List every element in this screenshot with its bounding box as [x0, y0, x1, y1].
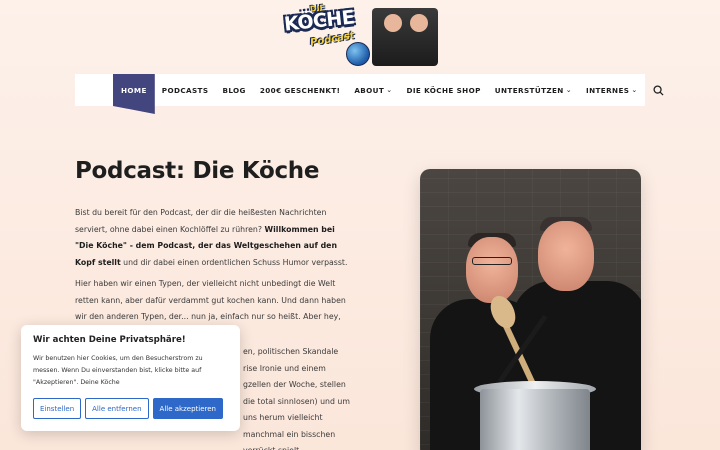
intro-text-c: und dir dabei einen ordentlichen Schuss … — [120, 257, 348, 267]
cookie-accept-all-button[interactable]: Alle akzeptieren — [152, 398, 223, 419]
nav-item-home[interactable]: HOME — [113, 74, 155, 114]
cookie-title: Wir achten Deine Privatsphäre! — [33, 335, 186, 345]
nav-item-about-label: ABOUT — [354, 85, 385, 95]
globe-icon — [346, 42, 370, 66]
nav-item-about[interactable]: ABOUT ⌄ — [347, 74, 399, 106]
chevron-down-icon: ⌄ — [565, 86, 572, 94]
chevron-down-icon: ⌄ — [631, 86, 638, 94]
nav-item-unterstuetzen[interactable]: UNTERSTÜTZEN ⌄ — [488, 74, 579, 106]
nav-item-internes-label: INTERNES — [586, 85, 630, 95]
logo-hosts-image — [372, 8, 438, 66]
search-icon[interactable] — [653, 83, 664, 97]
chevron-down-icon: ⌄ — [386, 86, 393, 94]
intro-paragraph: Bist du bereit für den Podcast, der dir … — [75, 205, 350, 271]
cookie-settings-button[interactable]: Einstellen — [33, 398, 82, 419]
hosts-photo — [420, 169, 641, 450]
nav-item-unterstuetzen-label: UNTERSTÜTZEN — [494, 85, 564, 95]
nav-item-internes[interactable]: INTERNES ⌄ — [579, 74, 645, 106]
site-logo[interactable]: DIE KÖCHE Podcast — [280, 3, 440, 68]
main-navigation: HOME PODCASTS BLOG 200€ GESCHENKT! ABOUT… — [75, 74, 664, 114]
nav-item-shop[interactable]: DIE KÖCHE SHOP — [399, 74, 487, 106]
page-title: Podcast: Die Köche — [75, 158, 320, 184]
cookie-buttons: Einstellen Alle entfernen Alle akzeptier… — [33, 398, 223, 419]
cookie-reject-all-button[interactable]: Alle entfernen — [85, 398, 149, 419]
nav-item-blog[interactable]: BLOG — [215, 74, 252, 106]
nav-item-geschenkt[interactable]: 200€ GESCHENKT! — [253, 74, 347, 106]
cookie-text: Wir benutzen hier Cookies, um den Besuch… — [33, 355, 203, 386]
cookie-consent-banner: Wir achten Deine Privatsphäre! Wir benut… — [21, 325, 240, 431]
nav-item-podcasts[interactable]: PODCASTS — [155, 74, 216, 106]
